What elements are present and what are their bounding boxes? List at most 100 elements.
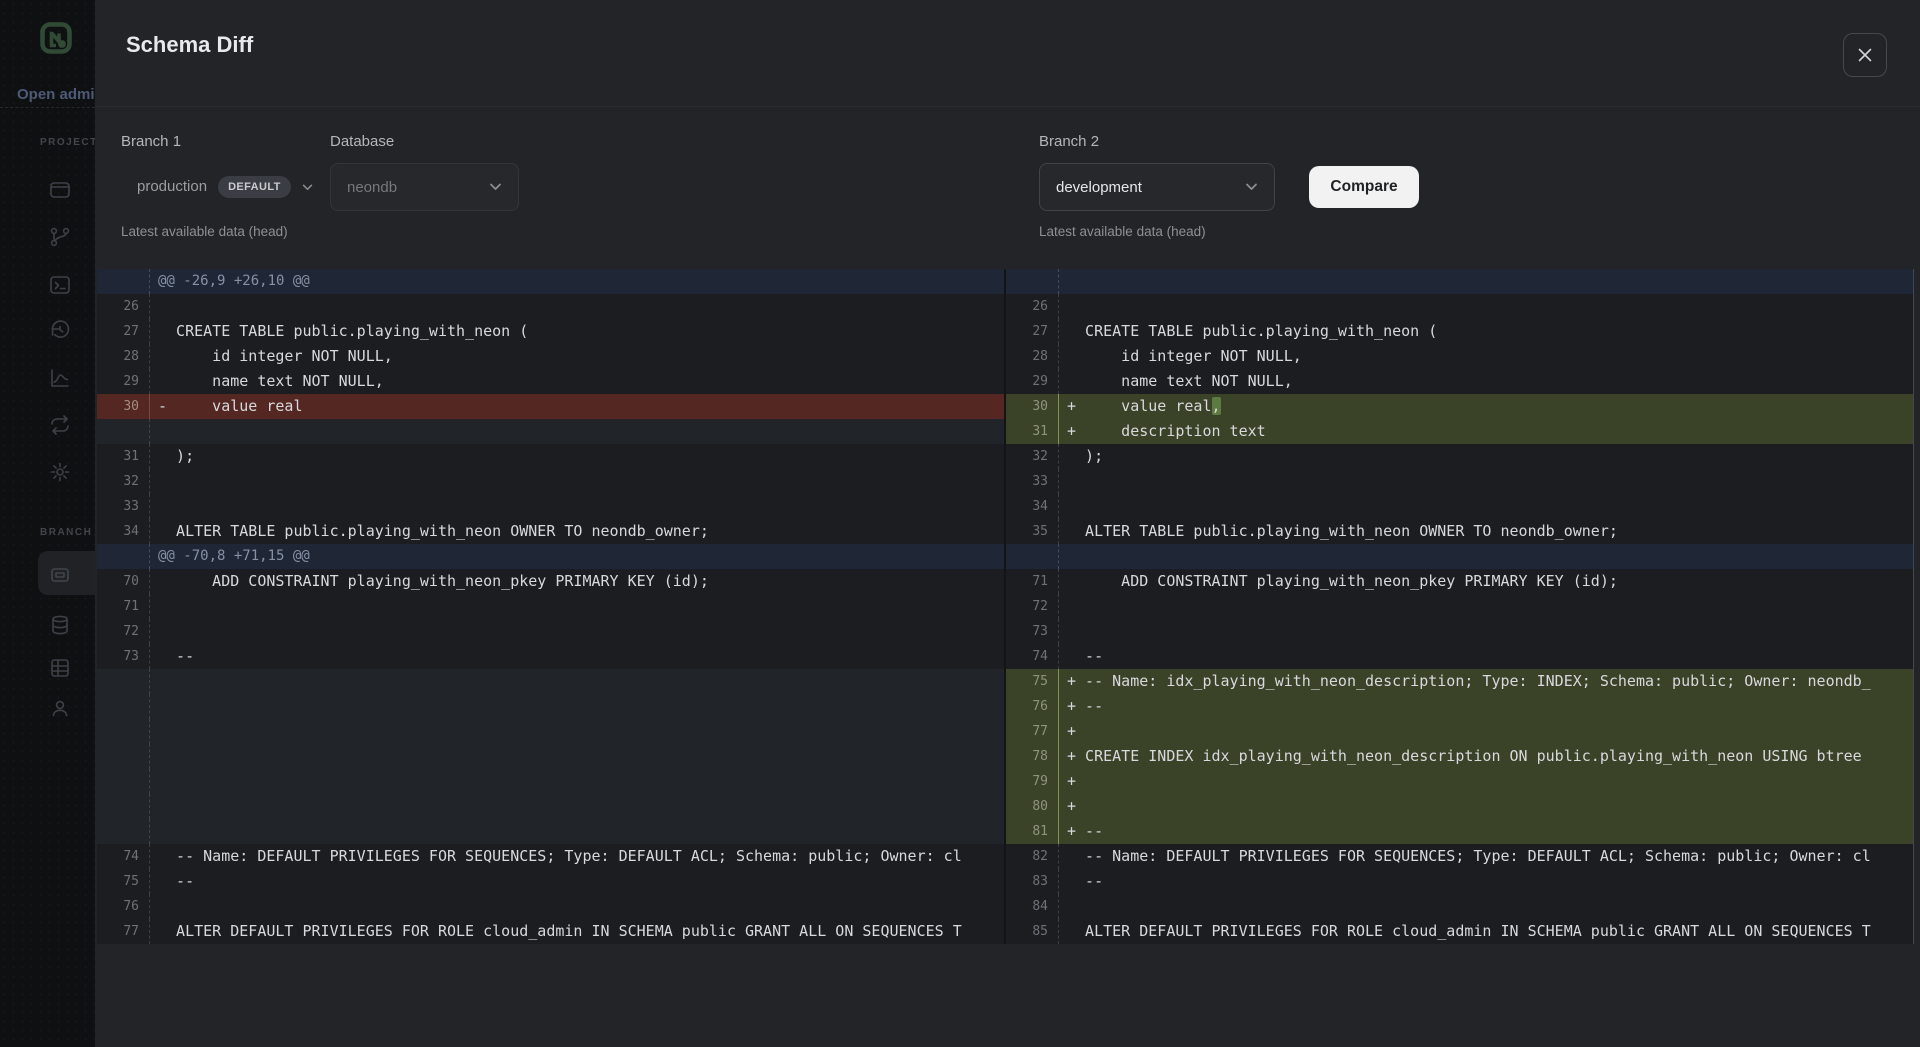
- sidebar-section-project: PROJECT: [40, 137, 95, 148]
- diff-row: @@ -70,8 +71,15 @@: [97, 544, 1004, 569]
- diff-row: @@ -26,9 +26,10 @@: [97, 269, 1004, 294]
- diff-row: 29 name text NOT NULL,: [1006, 369, 1913, 394]
- sidebar-section-branch: BRANCH: [40, 527, 92, 538]
- page-title: Schema Diff: [126, 32, 253, 58]
- schema-diff-modal: Schema Diff Branch 1 Database Branch 2 p…: [95, 0, 1920, 1047]
- sidebar-item-branches[interactable]: [48, 225, 72, 249]
- branch1-value: production: [137, 178, 207, 195]
- chevron-down-icon: [302, 178, 313, 196]
- diff-row: 26: [1006, 294, 1913, 319]
- diff-row: 28 id integer NOT NULL,: [97, 344, 1004, 369]
- close-icon: [1855, 45, 1875, 65]
- integrations-icon: [48, 413, 72, 437]
- diff-row: 26: [97, 294, 1004, 319]
- branch2-label: Branch 2: [1039, 133, 1099, 150]
- tables-icon: [48, 656, 72, 680]
- diff-row: [97, 794, 1004, 819]
- diff-row: 80+: [1006, 794, 1913, 819]
- roles-icon: [48, 696, 72, 720]
- database-label: Database: [330, 133, 394, 150]
- diff-row: [1006, 269, 1913, 294]
- modal-header: Schema Diff: [95, 0, 1920, 107]
- restore-icon: [48, 318, 72, 342]
- diff-row: 77 ALTER DEFAULT PRIVILEGES FOR ROLE clo…: [97, 919, 1004, 944]
- diff-row: 71 ADD CONSTRAINT playing_with_neon_pkey…: [1006, 569, 1913, 594]
- diff-row: 28 id integer NOT NULL,: [1006, 344, 1913, 369]
- sql-editor-icon: [48, 273, 72, 297]
- compute-icon: [48, 563, 72, 587]
- diff-row: 73: [1006, 619, 1913, 644]
- diff-row: [97, 769, 1004, 794]
- diff-row: [97, 819, 1004, 844]
- diff-row: 27 CREATE TABLE public.playing_with_neon…: [1006, 319, 1913, 344]
- diff-row: 31+ description text: [1006, 419, 1913, 444]
- sidebar-item-tables[interactable]: [48, 656, 72, 680]
- diff-row: 30- value real: [97, 394, 1004, 419]
- diff-row: 73 --: [97, 644, 1004, 669]
- diff-row: [97, 694, 1004, 719]
- diff-row: 82 -- Name: DEFAULT PRIVILEGES FOR SEQUE…: [1006, 844, 1913, 869]
- branch2-select[interactable]: development: [1039, 163, 1275, 211]
- diff-row: 83 --: [1006, 869, 1913, 894]
- database-icon: [48, 613, 72, 637]
- sidebar-item-dashboard[interactable]: [48, 178, 72, 202]
- diff-row: [97, 719, 1004, 744]
- diff-row: 77+: [1006, 719, 1913, 744]
- diff-row: 29 name text NOT NULL,: [97, 369, 1004, 394]
- sidebar-item-monitoring[interactable]: [48, 366, 72, 390]
- diff-row: 76+ --: [1006, 694, 1913, 719]
- diff-row: 75 --: [97, 869, 1004, 894]
- diff-row: 81+ --: [1006, 819, 1913, 844]
- diff-row: 31 );: [97, 444, 1004, 469]
- diff-row: 85 ALTER DEFAULT PRIVILEGES FOR ROLE clo…: [1006, 919, 1913, 944]
- branch1-select[interactable]: production DEFAULT: [137, 163, 313, 210]
- sidebar-item-integrations[interactable]: [48, 413, 72, 437]
- diff-row: 79+: [1006, 769, 1913, 794]
- diff-row: [97, 669, 1004, 694]
- diff-row: 32 );: [1006, 444, 1913, 469]
- sidebar-item-restore[interactable]: [48, 318, 72, 342]
- diff-row: 74 -- Name: DEFAULT PRIVILEGES FOR SEQUE…: [97, 844, 1004, 869]
- open-admin-link[interactable]: Open admin: [17, 86, 95, 103]
- compare-button[interactable]: Compare: [1309, 166, 1419, 208]
- sidebar-item-database[interactable]: [48, 613, 72, 637]
- diff-row: 27 CREATE TABLE public.playing_with_neon…: [97, 319, 1004, 344]
- monitoring-icon: [48, 366, 72, 390]
- chevron-down-icon: [489, 178, 502, 196]
- database-select[interactable]: neondb: [330, 163, 519, 211]
- diff-row: 72: [1006, 594, 1913, 619]
- sidebar-item-settings[interactable]: [48, 460, 72, 484]
- close-button[interactable]: [1843, 33, 1887, 77]
- diff-row: 34 ALTER TABLE public.playing_with_neon …: [97, 519, 1004, 544]
- diff-row: 34: [1006, 494, 1913, 519]
- diff-row: 32: [97, 469, 1004, 494]
- diff-row: [1006, 544, 1913, 569]
- branches-icon: [48, 225, 72, 249]
- diff-pane-right[interactable]: 2627 CREATE TABLE public.playing_with_ne…: [1006, 269, 1913, 944]
- diff-row: [97, 419, 1004, 444]
- diff-row: 33: [1006, 469, 1913, 494]
- sidebar-item-roles[interactable]: [48, 696, 72, 720]
- default-badge: DEFAULT: [218, 176, 291, 198]
- schema-diff-view: @@ -26,9 +26,10 @@2627 CREATE TABLE publ…: [97, 269, 1914, 944]
- diff-row: 70 ADD CONSTRAINT playing_with_neon_pkey…: [97, 569, 1004, 594]
- diff-row: 84: [1006, 894, 1913, 919]
- branch2-value: development: [1056, 179, 1142, 196]
- branch2-caption: Latest available data (head): [1039, 224, 1206, 239]
- neon-logo-icon: [38, 20, 74, 56]
- database-value: neondb: [347, 179, 397, 196]
- sidebar-item-sql-editor[interactable]: [48, 273, 72, 297]
- diff-row: 74 --: [1006, 644, 1913, 669]
- diff-row: 75+ -- Name: idx_playing_with_neon_descr…: [1006, 669, 1913, 694]
- diff-row: 72: [97, 619, 1004, 644]
- diff-pane-left[interactable]: @@ -26,9 +26,10 @@2627 CREATE TABLE publ…: [97, 269, 1004, 944]
- branch1-caption: Latest available data (head): [121, 224, 288, 239]
- sidebar: Open admin PROJECT BRANCH: [0, 0, 95, 1047]
- diff-row: 33: [97, 494, 1004, 519]
- sidebar-item-compute[interactable]: [48, 563, 72, 587]
- sidebar-divider: [0, 107, 95, 108]
- diff-row: 78+ CREATE INDEX idx_playing_with_neon_d…: [1006, 744, 1913, 769]
- diff-row: 76: [97, 894, 1004, 919]
- diff-row: 71: [97, 594, 1004, 619]
- settings-icon: [48, 460, 72, 484]
